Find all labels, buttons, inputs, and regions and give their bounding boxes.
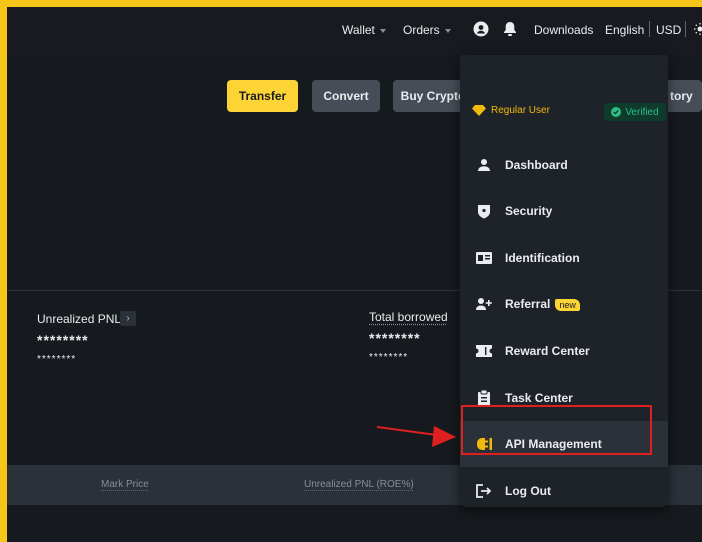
annotation-arrow — [376, 426, 456, 447]
app-window: Wallet Orders Downloads English USD Tran… — [7, 7, 702, 542]
